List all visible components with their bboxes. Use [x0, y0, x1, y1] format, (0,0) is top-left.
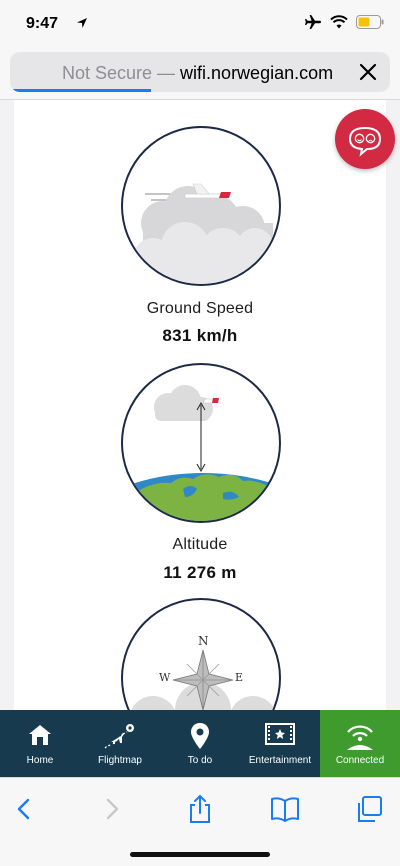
- url-domain: wifi.norwegian.com: [180, 63, 334, 83]
- share-icon[interactable]: [185, 794, 215, 824]
- altitude-value: 11 276 m: [163, 563, 237, 582]
- nav-entertainment[interactable]: Entertainment: [240, 710, 320, 777]
- home-indicator: [130, 852, 270, 857]
- ground-speed-label: Ground Speed: [146, 300, 254, 317]
- nav-connected-label: Connected: [335, 755, 385, 766]
- status-bar: 9:47: [0, 0, 400, 46]
- earth-altitude-icon: [123, 385, 279, 521]
- compass-e-label: E: [235, 671, 244, 684]
- altitude-label: Altitude: [172, 536, 228, 553]
- nav-todo[interactable]: To do: [160, 710, 240, 777]
- location-pin-icon: [191, 723, 209, 749]
- nav-connected[interactable]: Connected: [320, 710, 400, 777]
- home-icon: [29, 725, 51, 745]
- nav-todo-label: To do: [187, 755, 213, 766]
- tabs-icon[interactable]: [354, 794, 384, 824]
- bottom-nav: Home Flightmap To do Entertainment Conne…: [0, 710, 400, 777]
- nav-entertainment-label: Entertainment: [248, 755, 312, 766]
- status-time: 9:47: [26, 15, 59, 32]
- ground-speed-value: 831 km/h: [162, 326, 238, 345]
- back-icon[interactable]: [10, 794, 40, 824]
- wifi-signal-icon: [330, 15, 348, 29]
- flight-info-panel: Ground Speed 831 km/h Altitude 11 276 m: [14, 100, 386, 710]
- url-text[interactable]: Not Secure — wifi.norwegian.com: [62, 63, 333, 84]
- altitude-illustration: [121, 363, 281, 523]
- compass-n-label: N: [198, 634, 209, 648]
- page-load-progress: [10, 89, 151, 92]
- address-bar[interactable]: Not Secure — wifi.norwegian.com: [10, 52, 390, 92]
- nav-home-label: Home: [26, 755, 54, 766]
- airplane-mode-icon: [305, 15, 321, 29]
- close-icon[interactable]: [358, 62, 378, 82]
- compass-w-label: W: [159, 671, 171, 684]
- plane-in-clouds-icon: [123, 183, 279, 284]
- wifi-connected-icon: [347, 725, 373, 750]
- nav-flightmap[interactable]: Flightmap: [80, 710, 160, 777]
- compass-icon: [131, 649, 275, 710]
- heading-illustration: N W E: [121, 598, 281, 710]
- forward-icon[interactable]: [96, 794, 126, 824]
- browser-url-area: Not Secure — wifi.norwegian.com: [0, 46, 400, 100]
- location-arrow-icon: [77, 18, 87, 28]
- nav-home[interactable]: Home: [0, 710, 80, 777]
- battery-icon: [356, 15, 384, 29]
- ground-speed-illustration: [121, 126, 281, 286]
- bookmarks-icon[interactable]: [270, 794, 300, 824]
- nav-flightmap-label: Flightmap: [98, 755, 142, 766]
- film-icon: [265, 723, 295, 745]
- feedback-faces-icon: [348, 126, 382, 157]
- not-secure-label: Not Secure —: [62, 63, 181, 83]
- flightmap-icon: [104, 724, 134, 749]
- feedback-button[interactable]: [335, 109, 395, 169]
